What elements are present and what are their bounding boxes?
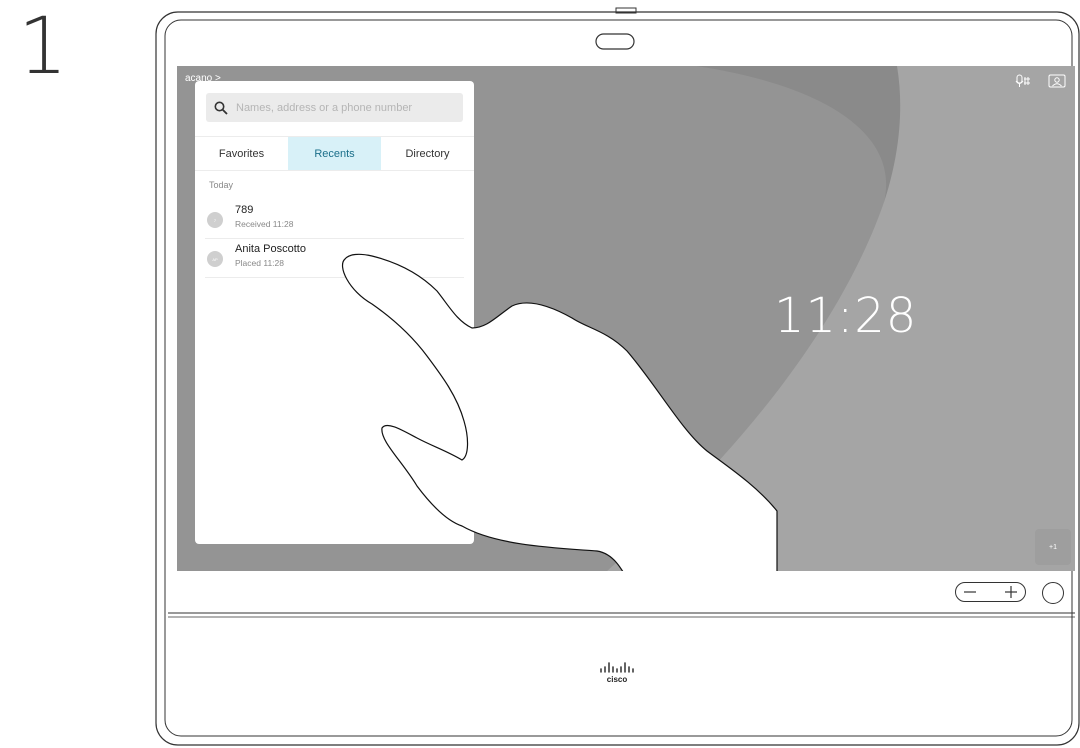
brand-text: cisco — [607, 675, 628, 684]
plus-icon[interactable] — [1005, 586, 1017, 598]
camera-icon — [595, 33, 635, 50]
minus-icon[interactable] — [964, 591, 976, 593]
device-screen: acano > 11:28 +1 Names, address or a pho… — [177, 66, 1075, 571]
cisco-logo: cisco — [600, 662, 634, 684]
volume-control[interactable] — [955, 582, 1026, 602]
power-button[interactable] — [1042, 582, 1064, 604]
hand-pointer-illustration — [341, 253, 778, 571]
